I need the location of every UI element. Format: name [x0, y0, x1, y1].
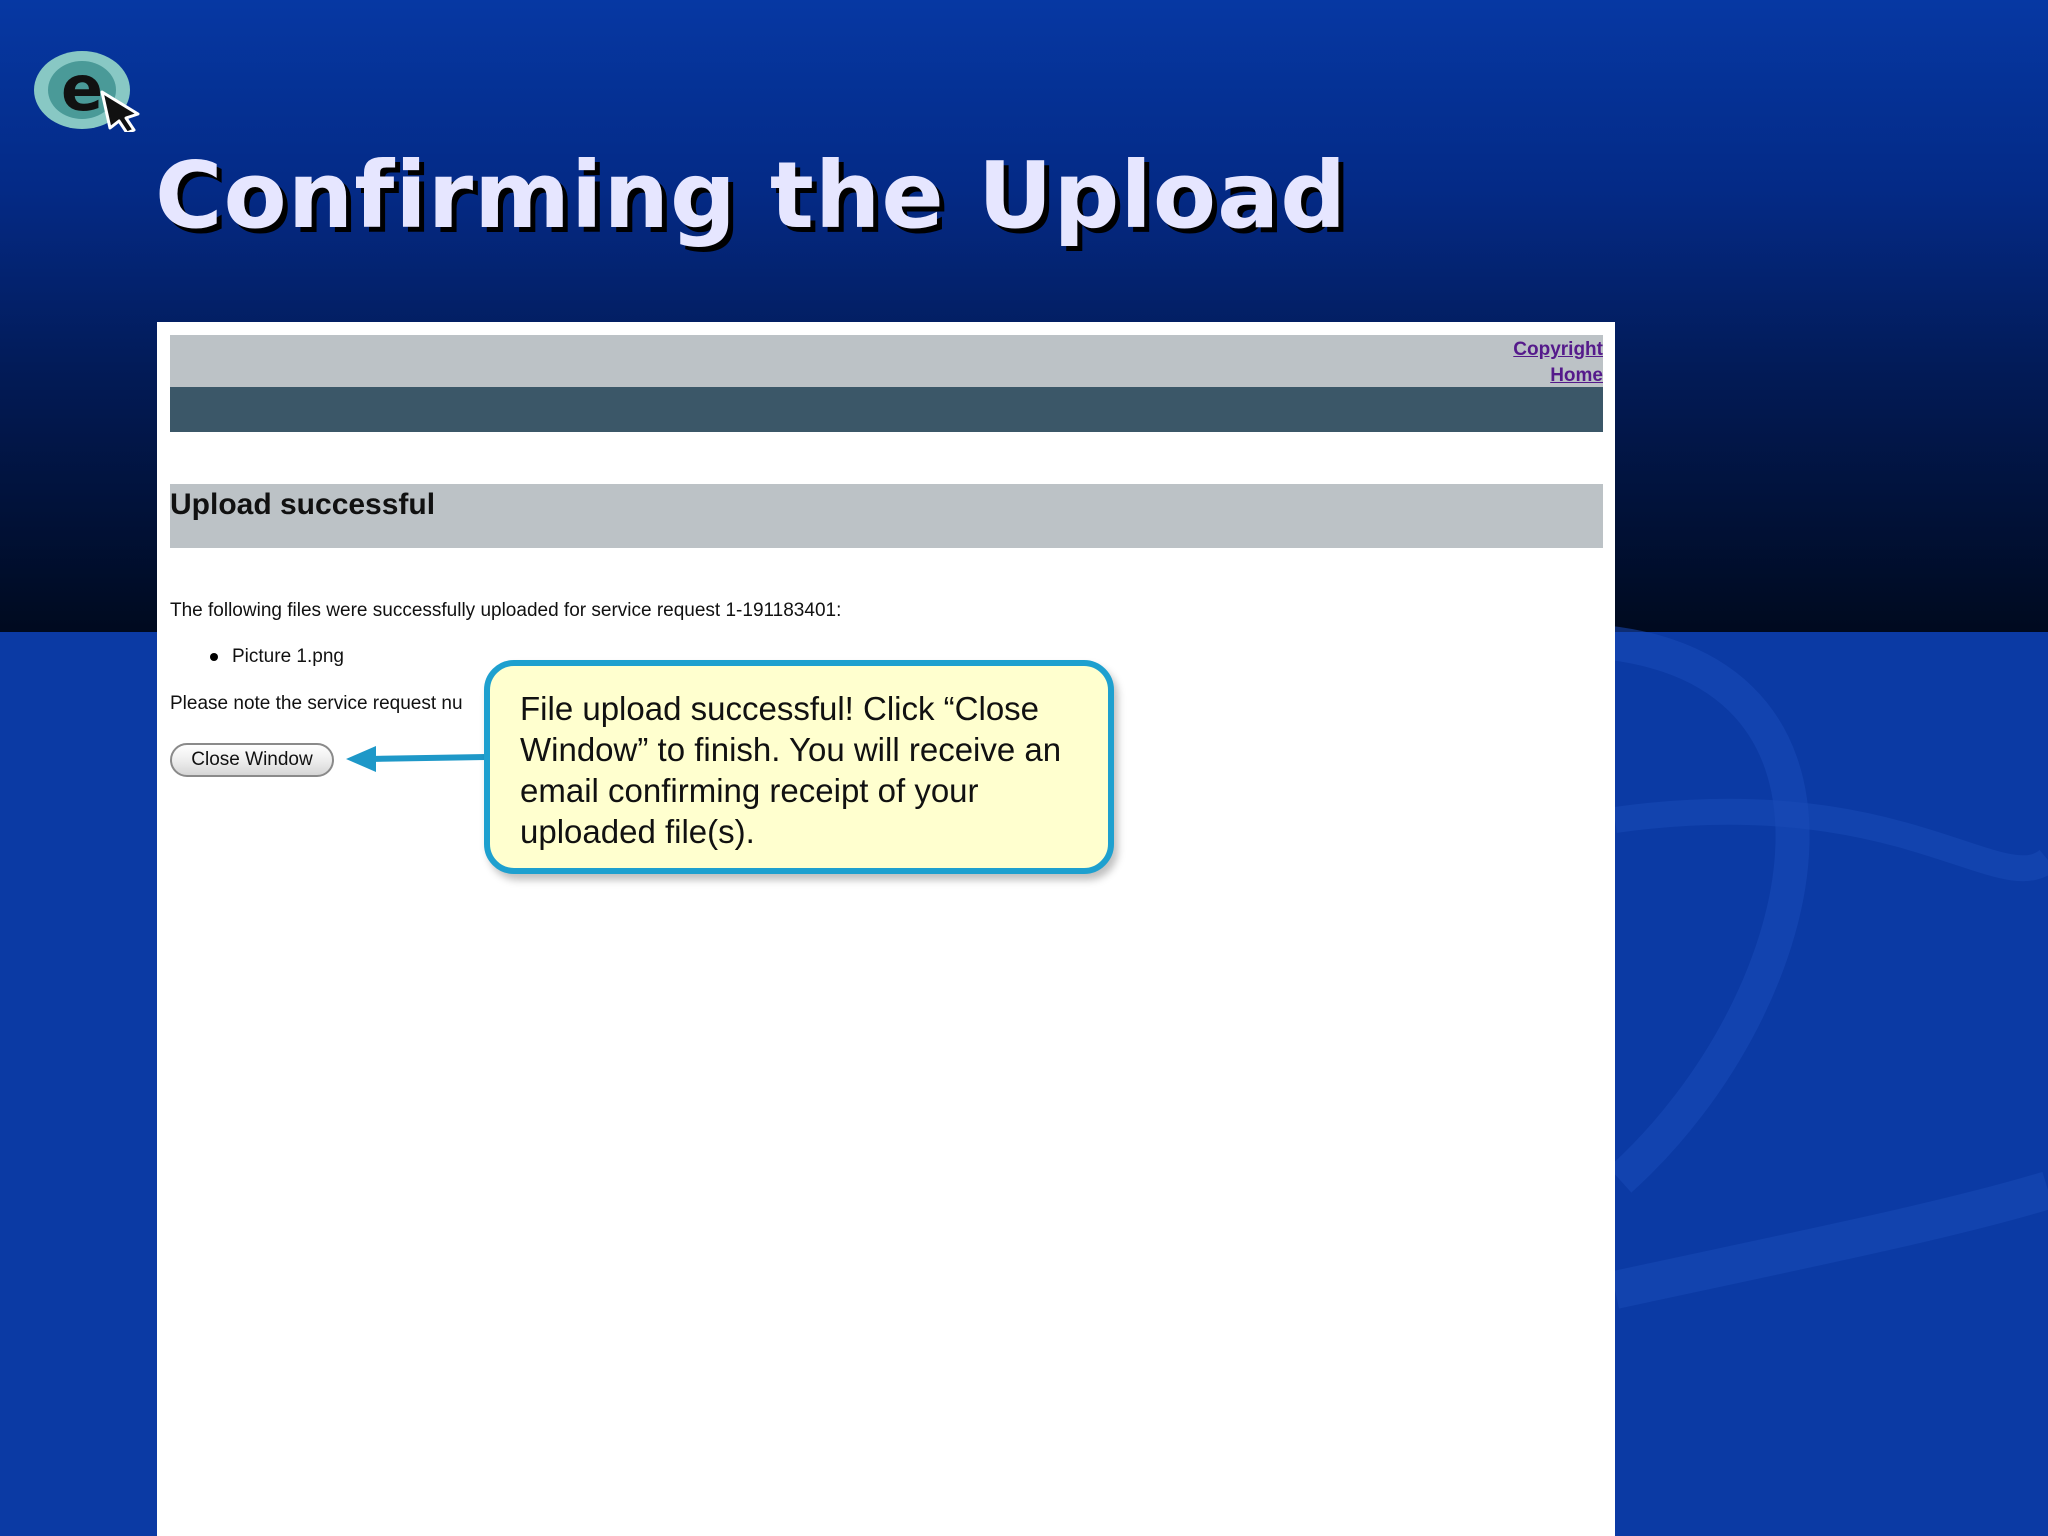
callout-text: File upload successful! Click “Close Win… [520, 690, 1062, 850]
header-links: Copyright Home [1513, 337, 1603, 389]
webpage-screenshot: Copyright Home Upload successful The fol… [157, 322, 1615, 1536]
upload-heading: Upload successful [170, 488, 436, 521]
callout-box: File upload successful! Click “Close Win… [484, 660, 1114, 874]
arrow-left-icon [346, 746, 487, 772]
copyright-link[interactable]: Copyright [1513, 337, 1603, 363]
page-header: Copyright Home [170, 335, 1603, 387]
upload-heading-bar: Upload successful [170, 484, 1603, 548]
service-request-note: Please note the service request nu [170, 693, 463, 714]
slide-title: Confirming the Upload [155, 142, 1348, 249]
upload-message: The following files were successfully up… [170, 600, 842, 621]
close-window-button[interactable]: Close Window [170, 743, 334, 777]
uploaded-file-name: Picture 1.png [232, 646, 344, 667]
bullet-icon [210, 653, 218, 661]
home-link[interactable]: Home [1513, 363, 1603, 389]
uploaded-file-list: Picture 1.png [170, 644, 344, 670]
uploaded-file-item: Picture 1.png [170, 644, 344, 670]
header-band [170, 387, 1603, 432]
e-cursor-logo: e [34, 51, 140, 132]
svg-text:e: e [61, 52, 103, 125]
